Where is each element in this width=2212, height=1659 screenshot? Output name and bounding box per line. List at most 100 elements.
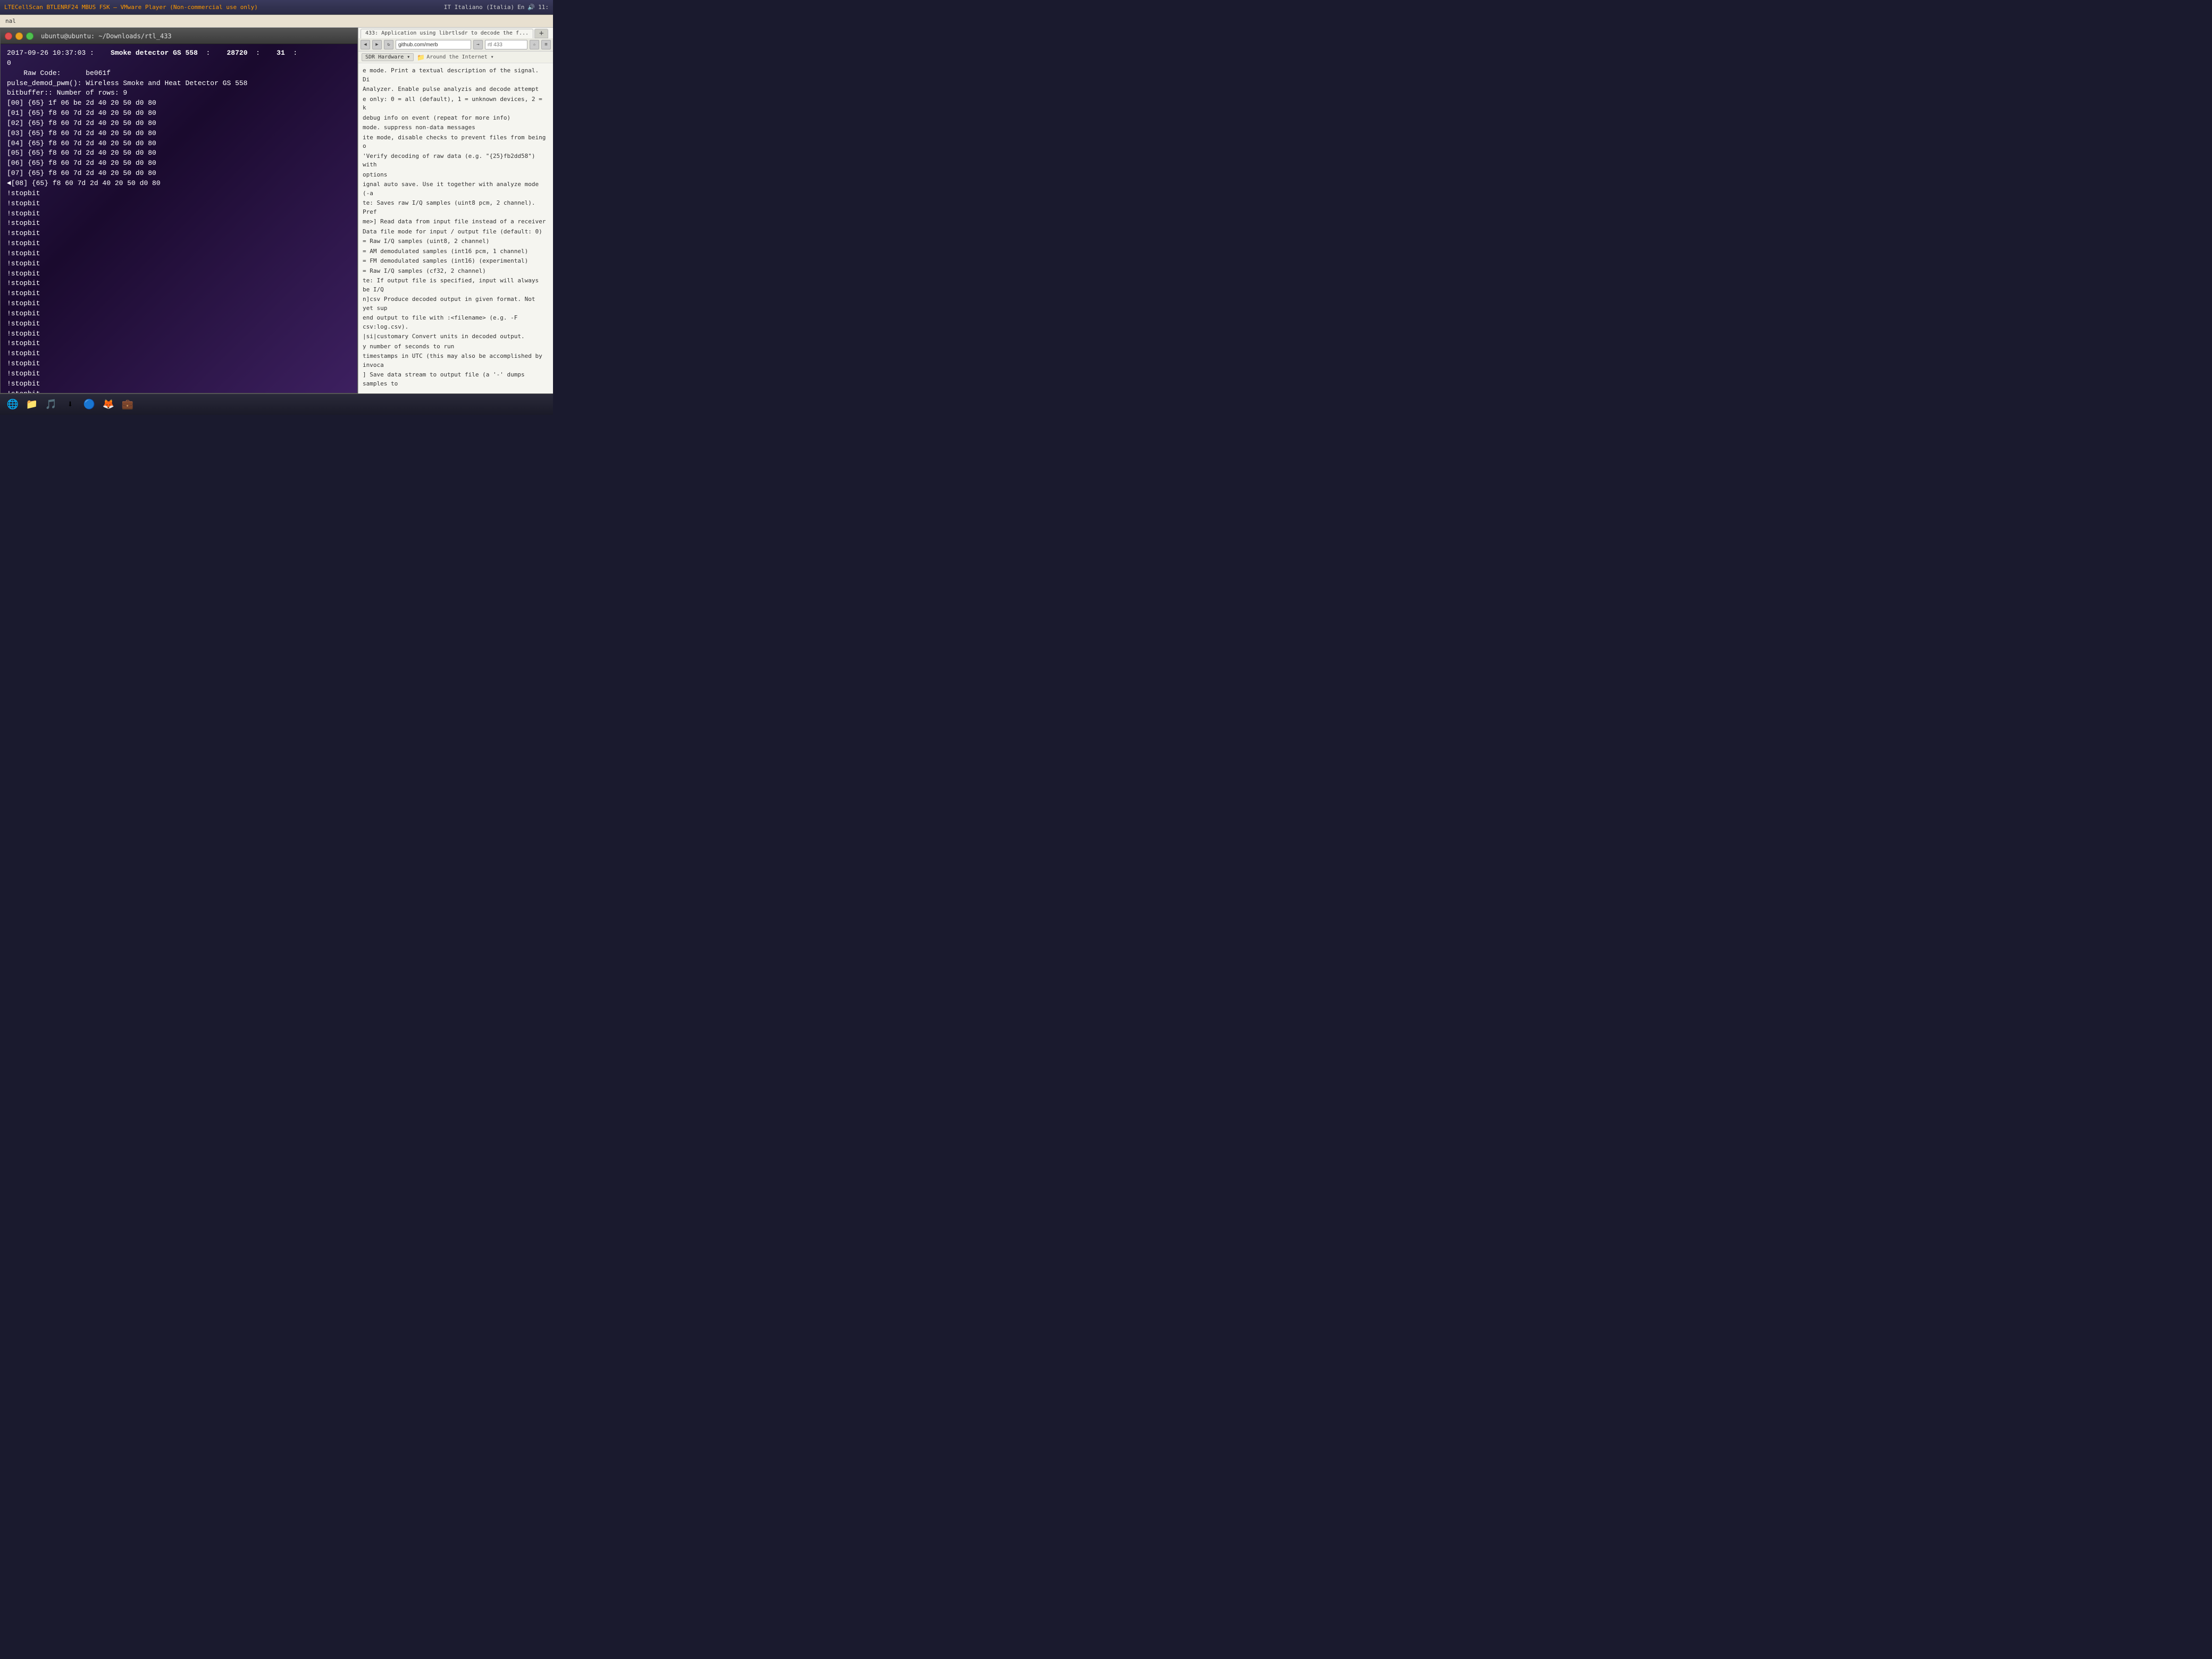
terminal-stopbit: !stopbit [7, 389, 351, 393]
terminal-title: ubuntu@ubuntu: ~/Downloads/rtl_433 [41, 32, 172, 40]
terminal-stopbit: !stopbit [7, 249, 351, 259]
settings-btn[interactable]: ≡ [541, 40, 551, 49]
taskbar-app-icon[interactable]: 🦊 [100, 396, 117, 413]
terminal-stopbit: !stopbit [7, 299, 351, 309]
terminal-stopbit: !stopbit [7, 329, 351, 339]
url-bar[interactable] [396, 40, 471, 49]
terminal-line-rawcode: Raw Code: be061f [7, 69, 351, 79]
volume-icon: 🔊 [527, 4, 535, 11]
browser-content-line: Data file mode for input / output file (… [363, 228, 549, 237]
browser-content-line: = FM demodulated samples (int16) (experi… [363, 257, 549, 266]
terminal-row: [06] {65} f8 60 7d 2d 40 20 50 d0 80 [7, 158, 351, 169]
terminal-stopbit: !stopbit [7, 349, 351, 359]
browser-content-line: ] Save data stream to output file (a '-'… [363, 371, 549, 388]
browser-content-line: timestamps in UTC (this may also be acco… [363, 352, 549, 370]
terminal-stopbit: !stopbit [7, 319, 351, 329]
taskbar-app-icon[interactable]: 📁 [23, 396, 40, 413]
terminal-stopbit: !stopbit [7, 289, 351, 299]
terminal-titlebar: ubuntu@ubuntu: ~/Downloads/rtl_433 [1, 28, 357, 44]
nav-forward-btn[interactable]: ▶ [372, 40, 382, 49]
browser-content-line: Analyzer. Enable pulse analyzis and deco… [363, 85, 549, 94]
nav-refresh-btn[interactable]: ↻ [384, 40, 393, 49]
terminal-stopbit: !stopbit [7, 309, 351, 319]
browser-content-line: options [363, 171, 549, 180]
browser-content: e mode. Print a textual description of t… [358, 63, 553, 393]
terminal-row: [07] {65} f8 60 7d 2d 40 20 50 d0 80 [7, 169, 351, 179]
terminal-line-pwm: pulse_demod_pwm(): Wireless Smoke and He… [7, 79, 351, 89]
browser-content-line: ignal auto save. Use it together with an… [363, 180, 549, 198]
browser-tab-label: 433: Application using librtlsdr to deco… [365, 30, 529, 36]
browser-tab-new[interactable]: + [534, 29, 548, 38]
browser-toolbar: SDR Hardware ▾ 📁 Around the Internet ▾ [358, 52, 553, 63]
terminal-row: [01] {65} f8 60 7d 2d 40 20 50 d0 80 [7, 108, 351, 119]
browser-content-line: = AM demodulated samples (int16 pcm, 1 c… [363, 247, 549, 256]
browser-content-line: = Raw I/Q samples (cf32, 2 channel) [363, 267, 549, 276]
terminal-stopbit: !stopbit [7, 229, 351, 239]
toolbar-around-internet-label: Around the Internet ▾ [426, 54, 493, 60]
terminal-stopbit: !stopbit [7, 339, 351, 349]
taskbar-right: IT Italiano (Italia) En 🔊 11: [444, 4, 549, 11]
terminal-line-timestamp: 2017-09-26 10:37:03 : Smoke detector GS … [7, 48, 351, 58]
terminal-stopbit: !stopbit [7, 369, 351, 379]
terminal-stopbit: !stopbit [7, 239, 351, 249]
terminal-row: [05] {65} f8 60 7d 2d 40 20 50 d0 80 [7, 148, 351, 158]
terminal-close-btn[interactable] [5, 32, 12, 40]
terminal-stopbit: !stopbit [7, 259, 351, 269]
menubar: nal [0, 15, 553, 28]
terminal-body: 2017-09-26 10:37:03 : Smoke detector GS … [1, 44, 357, 393]
taskbar-app-icon[interactable]: 🎵 [43, 396, 60, 413]
taskbar-top: LTECellScan BTLENRF24 MBUS FSK – VMware … [0, 0, 553, 15]
search-input[interactable] [485, 40, 527, 49]
terminal-max-btn[interactable] [26, 32, 33, 40]
network-icon: En [517, 4, 524, 11]
terminal-stopbit: !stopbit [7, 199, 351, 209]
main-area: ubuntu@ubuntu: ~/Downloads/rtl_433 2017-… [0, 28, 553, 393]
terminal-stopbit: !stopbit [7, 189, 351, 199]
browser-content-line: |si|customary Convert units in decoded o… [363, 332, 549, 341]
taskbar-app-icon[interactable]: 🔵 [81, 396, 98, 413]
terminal-row: ◄[08] {65} f8 60 7d 2d 40 20 50 d0 80 [7, 179, 351, 189]
nav-back-btn[interactable]: ◀ [361, 40, 370, 49]
browser-navbar: ◀ ▶ ↻ → ☆ ≡ [358, 38, 553, 52]
bookmark-btn[interactable]: ☆ [530, 40, 539, 49]
browser-content-line: n]csv Produce decoded output in given fo… [363, 295, 549, 313]
browser-content-line: mode. suppress non-data messages [363, 123, 549, 132]
terminal-line-bitbuffer: bitbuffer:: Number of rows: 9 [7, 88, 351, 98]
folder-icon: 📁 [417, 54, 425, 61]
browser-tab-active[interactable]: 433: Application using librtlsdr to deco… [361, 29, 533, 38]
browser-content-line: e mode. Print a textual description of t… [363, 66, 549, 84]
browser-content-line: end output to file with :<filename> (e.g… [363, 314, 549, 331]
browser-content-line: debug info on event (repeat for more inf… [363, 114, 549, 123]
terminal-line-counter: 0 [7, 58, 351, 69]
stopbits-container: !stopbit!stopbit!stopbit!stopbit!stopbit… [7, 189, 351, 393]
terminal-row: [03] {65} f8 60 7d 2d 40 20 50 d0 80 [7, 129, 351, 139]
taskbar-app-icon[interactable]: 🌐 [4, 396, 21, 413]
browser-content-line: me>] Read data from input file instead o… [363, 217, 549, 227]
taskbar-app-icon[interactable]: ⬇ [62, 396, 79, 413]
terminal-stopbit: !stopbit [7, 359, 351, 369]
rows-container: [00] {65} 1f 06 be 2d 40 20 50 d0 80[01]… [7, 98, 351, 189]
toolbar-around-internet[interactable]: 📁 Around the Internet ▾ [417, 54, 493, 61]
terminal-stopbit: !stopbit [7, 279, 351, 289]
browser-content-line: y number of seconds to run [363, 342, 549, 351]
taskbar-bottom: 🌐📁🎵⬇🔵🦊💼 [0, 393, 553, 415]
nav-go-btn[interactable]: → [473, 40, 483, 49]
browser-content-line: e only: 0 = all (default), 1 = unknown d… [363, 95, 549, 113]
browser-content-line: ite mode, disable checks to prevent file… [363, 133, 549, 151]
terminal-stopbit: !stopbit [7, 219, 351, 229]
toolbar-sdr-hardware[interactable]: SDR Hardware ▾ [362, 53, 414, 61]
terminal-stopbit: !stopbit [7, 379, 351, 389]
terminal-min-btn[interactable] [15, 32, 23, 40]
browser-panel: 433: Application using librtlsdr to deco… [358, 28, 553, 393]
language-label: IT Italiano (Italia) [444, 4, 514, 11]
taskbar-app-icon[interactable]: 💼 [119, 396, 136, 413]
browser-content-line: = Raw I/Q samples (uint8, 2 channel) [363, 237, 549, 246]
terminal-stopbit: !stopbit [7, 269, 351, 279]
terminal-stopbit: !stopbit [7, 209, 351, 219]
browser-tabs: 433: Application using librtlsdr to deco… [358, 28, 553, 38]
menubar-item-nal[interactable]: nal [2, 16, 19, 26]
browser-content-line: 'Verify decoding of raw data (e.g. "{25}… [363, 152, 549, 170]
browser-content-line: te: Saves raw I/Q samples (uint8 pcm, 2 … [363, 199, 549, 216]
terminal-row: [04] {65} f8 60 7d 2d 40 20 50 d0 80 [7, 139, 351, 149]
taskbar-apps: 🌐📁🎵⬇🔵🦊💼 [4, 396, 136, 413]
